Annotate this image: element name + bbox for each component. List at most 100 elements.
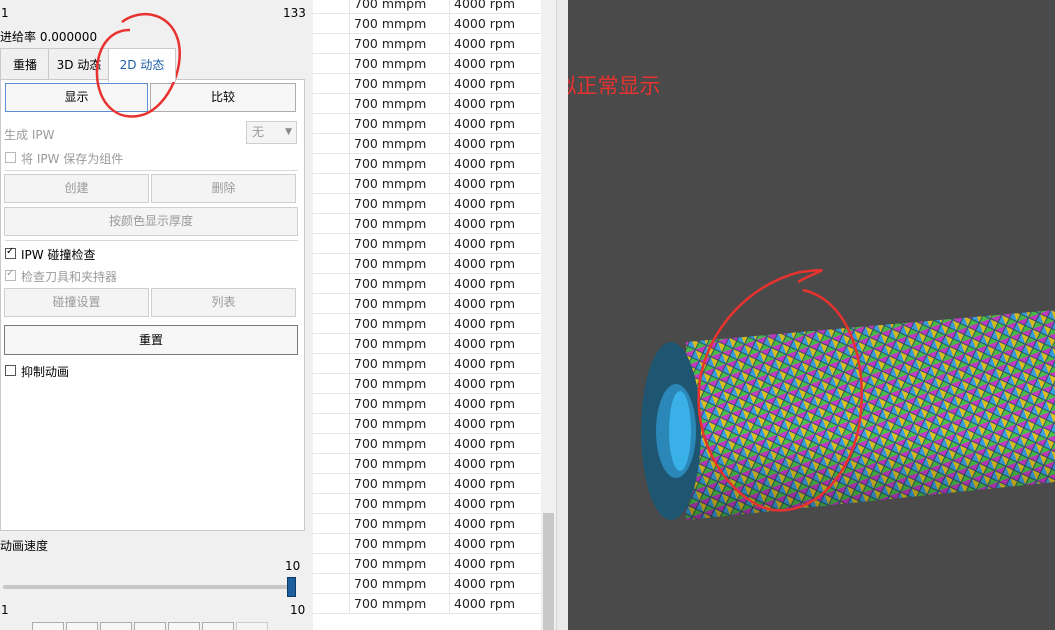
list-button[interactable]: 列表	[151, 288, 296, 317]
table-row[interactable]: 700 mmpm 4000 rpm	[313, 594, 541, 614]
speed-slider-track[interactable]	[3, 585, 295, 589]
ipw-collision-checkbox[interactable]: ✓	[5, 246, 16, 259]
playback-button[interactable]	[168, 622, 200, 630]
table-cell-index	[313, 274, 350, 294]
list-button-label: 列表	[211, 295, 236, 309]
table-row[interactable]: 700 mmpm 4000 rpm	[313, 434, 541, 454]
spindle-cell: 4000 rpm	[454, 96, 516, 111]
speed-max-label: 10	[290, 603, 306, 617]
reset-button-label: 重置	[138, 333, 163, 347]
table-row[interactable]: 700 mmpm 4000 rpm	[313, 414, 541, 434]
spindle-cell: 4000 rpm	[454, 56, 516, 71]
spindle-cell: 4000 rpm	[454, 296, 516, 311]
table-row[interactable]: 700 mmpm 4000 rpm	[313, 554, 541, 574]
suppress-animation-label: 抑制动画	[21, 365, 70, 379]
spindle-cell: 4000 rpm	[454, 0, 516, 11]
table-row[interactable]: 700 mmpm 4000 rpm	[313, 574, 541, 594]
check-tool-holder-checkbox[interactable]: ✓	[5, 268, 16, 281]
table-cell-index	[313, 294, 350, 314]
table-cell-index	[313, 174, 350, 194]
graphics-viewport[interactable]: 用2D模拟正常显示	[568, 0, 1055, 630]
speed-slider-handle[interactable]	[287, 577, 296, 597]
table-row[interactable]: 700 mmpm 4000 rpm	[313, 374, 541, 394]
table-row[interactable]: 700 mmpm 4000 rpm	[313, 94, 541, 114]
playback-button[interactable]	[236, 622, 268, 630]
table-cell-index	[313, 254, 350, 274]
table-row[interactable]: 700 mmpm 4000 rpm	[313, 274, 541, 294]
table-row[interactable]: 700 mmpm 4000 rpm	[313, 354, 541, 374]
suppress-animation-checkbox[interactable]	[5, 365, 16, 376]
table-cell-index	[313, 214, 350, 234]
table-row[interactable]: 700 mmpm 4000 rpm	[313, 194, 541, 214]
playback-button[interactable]	[32, 622, 64, 630]
feed-cell: 700 mmpm	[350, 414, 450, 434]
feed-cell: 700 mmpm	[350, 274, 450, 294]
annotation-text: 用2D模拟正常显示	[568, 74, 661, 98]
tab-2d-dynamic[interactable]: 2D 动态	[108, 48, 176, 82]
feed-cell: 700 mmpm	[350, 94, 450, 114]
table-cell-index	[313, 454, 350, 474]
simulation-control-panel: 1 133 进给率 0.000000 重播 3D 动态 2D 动态 显示 比较 …	[0, 0, 313, 630]
table-row[interactable]: 700 mmpm 4000 rpm	[313, 54, 541, 74]
table-cell-index	[313, 194, 350, 214]
table-row[interactable]: 700 mmpm 4000 rpm	[313, 334, 541, 354]
delete-button[interactable]: 删除	[151, 174, 296, 203]
spindle-cell: 4000 rpm	[454, 316, 516, 331]
table-cell-index	[313, 394, 350, 414]
feed-cell: 700 mmpm	[350, 514, 450, 534]
table-row[interactable]: 700 mmpm 4000 rpm	[313, 454, 541, 474]
playback-button[interactable]	[66, 622, 98, 630]
table-row[interactable]: 700 mmpm 4000 rpm	[313, 154, 541, 174]
feed-cell: 700 mmpm	[350, 334, 450, 354]
table-cell-index	[313, 154, 350, 174]
table-row[interactable]: 700 mmpm 4000 rpm	[313, 114, 541, 134]
reset-button[interactable]: 重置	[4, 325, 298, 355]
table-cell-index	[313, 594, 350, 614]
table-row[interactable]: 700 mmpm 4000 rpm	[313, 134, 541, 154]
feed-cell: 700 mmpm	[350, 254, 450, 274]
table-row[interactable]: 700 mmpm 4000 rpm	[313, 174, 541, 194]
save-ipw-checkbox[interactable]	[5, 152, 16, 163]
table-row[interactable]: 700 mmpm 4000 rpm	[313, 294, 541, 314]
feed-cell: 700 mmpm	[350, 454, 450, 474]
feed-cell: 700 mmpm	[350, 34, 450, 54]
table-row[interactable]: 700 mmpm 4000 rpm	[313, 514, 541, 534]
playback-button[interactable]	[100, 622, 132, 630]
scrollbar-thumb[interactable]	[543, 513, 554, 630]
spindle-cell: 4000 rpm	[454, 436, 516, 451]
workpiece	[641, 310, 1055, 520]
color-thickness-button[interactable]: 按颜色显示厚度	[4, 207, 298, 236]
table-row[interactable]: 700 mmpm 4000 rpm	[313, 394, 541, 414]
table-row[interactable]: 700 mmpm 4000 rpm	[313, 0, 541, 14]
create-button[interactable]: 创建	[4, 174, 149, 203]
splitter[interactable]	[556, 0, 568, 630]
table-row[interactable]: 700 mmpm 4000 rpm	[313, 74, 541, 94]
spindle-cell: 4000 rpm	[454, 216, 516, 231]
table-row[interactable]: 700 mmpm 4000 rpm	[313, 534, 541, 554]
table-row[interactable]: 700 mmpm 4000 rpm	[313, 494, 541, 514]
table-row[interactable]: 700 mmpm 4000 rpm	[313, 14, 541, 34]
spindle-cell: 4000 rpm	[454, 396, 516, 411]
feed-cell: 700 mmpm	[350, 14, 450, 34]
table-cell-index	[313, 74, 350, 94]
spindle-cell: 4000 rpm	[454, 176, 516, 191]
table-row[interactable]: 700 mmpm 4000 rpm	[313, 474, 541, 494]
feed-cell: 700 mmpm	[350, 594, 450, 614]
playback-button[interactable]	[202, 622, 234, 630]
table-row[interactable]: 700 mmpm 4000 rpm	[313, 214, 541, 234]
table-row[interactable]: 700 mmpm 4000 rpm	[313, 254, 541, 274]
playback-button[interactable]	[134, 622, 166, 630]
table-row[interactable]: 700 mmpm 4000 rpm	[313, 234, 541, 254]
playback-button-row	[32, 622, 268, 630]
collision-settings-button[interactable]: 碰撞设置	[4, 288, 149, 317]
table-cell-index	[313, 534, 350, 554]
spindle-cell: 4000 rpm	[454, 416, 516, 431]
spindle-cell: 4000 rpm	[454, 476, 516, 491]
table-row[interactable]: 700 mmpm 4000 rpm	[313, 314, 541, 334]
table-cell-index	[313, 414, 350, 434]
table-cell-index	[313, 34, 350, 54]
table-row[interactable]: 700 mmpm 4000 rpm	[313, 34, 541, 54]
feed-cell: 700 mmpm	[350, 354, 450, 374]
spindle-cell: 4000 rpm	[454, 116, 516, 131]
spindle-cell: 4000 rpm	[454, 76, 516, 91]
